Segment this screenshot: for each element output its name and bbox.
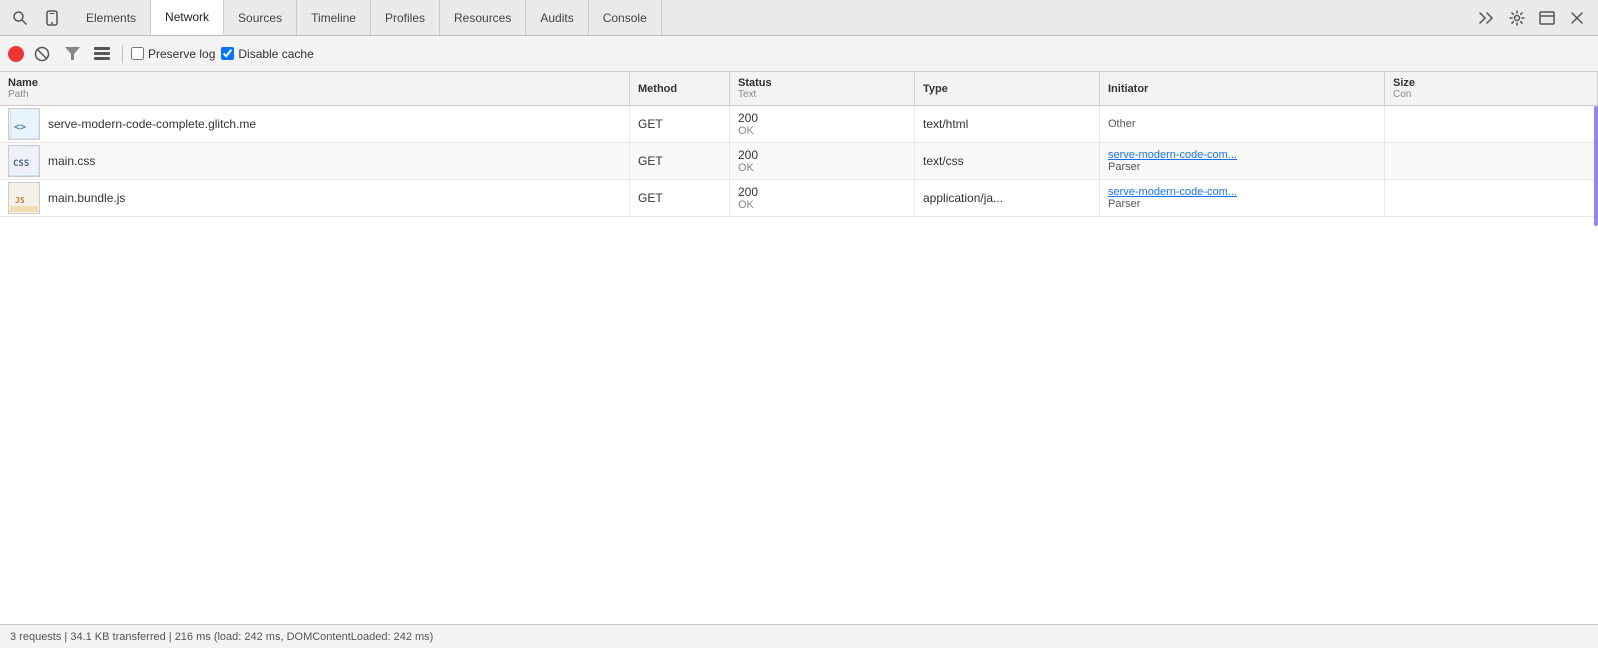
td-size-2 <box>1385 143 1598 179</box>
td-method-2: GET <box>630 143 730 179</box>
nav-right-actions <box>1474 5 1598 31</box>
close-icon-btn[interactable] <box>1564 5 1590 31</box>
tab-elements[interactable]: Elements <box>72 0 151 35</box>
th-type[interactable]: Type <box>915 72 1100 105</box>
td-type-3: application/ja... <box>915 180 1100 216</box>
execute-icon-btn[interactable] <box>1474 5 1500 31</box>
table-row[interactable]: JS main.bundle.js GET 200 OK application… <box>0 180 1598 217</box>
th-status-sub: Text <box>738 89 906 100</box>
table-header: Name Path Method Status Text Type Initia… <box>0 72 1598 106</box>
row1-status-code: 200 <box>738 111 758 125</box>
th-name-sub: Path <box>8 89 621 100</box>
disable-cache-label[interactable]: Disable cache <box>221 47 313 61</box>
tab-resources[interactable]: Resources <box>440 0 526 35</box>
row1-status-text: OK <box>738 125 754 137</box>
row1-initiator-sub: Other <box>1108 118 1136 130</box>
status-text: 3 requests | 34.1 KB transferred | 216 m… <box>10 631 433 643</box>
td-method-1: GET <box>630 106 730 142</box>
network-toolbar: Preserve log Disable cache <box>0 36 1598 72</box>
row3-initiator-sub: Parser <box>1108 198 1140 210</box>
td-method-3: GET <box>630 180 730 216</box>
td-initiator-2: serve-modern-code-com... Parser <box>1100 143 1385 179</box>
row2-status-text: OK <box>738 162 754 174</box>
filter-button[interactable] <box>60 42 84 66</box>
td-initiator-1: Other <box>1100 106 1385 142</box>
preserve-log-label[interactable]: Preserve log <box>131 47 215 61</box>
svg-text:CSS: CSS <box>13 159 29 169</box>
tab-audits[interactable]: Audits <box>526 0 588 35</box>
row3-type: application/ja... <box>923 191 1003 205</box>
top-nav: Elements Network Sources Timeline Profil… <box>0 0 1598 36</box>
row2-method: GET <box>638 154 663 168</box>
row2-initiator-sub: Parser <box>1108 161 1140 173</box>
tab-profiles[interactable]: Profiles <box>371 0 440 35</box>
row3-status-text: OK <box>738 199 754 211</box>
nav-icon-group <box>0 4 72 32</box>
row3-initiator-link[interactable]: serve-modern-code-com... <box>1108 186 1237 198</box>
table-row[interactable]: <> serve-modern-code-complete.glitch.me … <box>0 106 1598 143</box>
th-name[interactable]: Name Path <box>0 72 630 105</box>
th-initiator-main: Initiator <box>1108 83 1376 95</box>
td-status-1: 200 OK <box>730 106 915 142</box>
th-initiator[interactable]: Initiator <box>1100 72 1385 105</box>
settings-icon-btn[interactable] <box>1504 5 1530 31</box>
svg-text:<>: <> <box>14 122 26 133</box>
td-name-3: JS main.bundle.js <box>0 180 630 216</box>
row2-name: main.css <box>48 154 95 168</box>
th-size[interactable]: Size Con <box>1385 72 1598 105</box>
row3-name: main.bundle.js <box>48 191 125 205</box>
row2-status-code: 200 <box>738 148 758 162</box>
html-file-icon: <> <box>8 108 40 140</box>
td-type-1: text/html <box>915 106 1100 142</box>
dock-icon-btn[interactable] <box>1534 5 1560 31</box>
list-view-button[interactable] <box>90 42 114 66</box>
td-name-2: CSS main.css <box>0 143 630 179</box>
tab-timeline[interactable]: Timeline <box>297 0 371 35</box>
row1-method: GET <box>638 117 663 131</box>
td-size-3 <box>1385 180 1598 216</box>
row2-type: text/css <box>923 154 964 168</box>
network-table: Name Path Method Status Text Type Initia… <box>0 72 1598 624</box>
css-file-icon: CSS <box>8 145 40 177</box>
th-size-main: Size <box>1393 77 1589 89</box>
record-button[interactable] <box>8 46 24 62</box>
td-initiator-3: serve-modern-code-com... Parser <box>1100 180 1385 216</box>
svg-text:JS: JS <box>15 196 25 205</box>
scrollbar-thumb[interactable] <box>1594 106 1598 226</box>
search-icon-btn[interactable] <box>6 4 34 32</box>
table-row[interactable]: CSS main.css GET 200 OK text/css serve-m… <box>0 143 1598 180</box>
preserve-log-text: Preserve log <box>148 47 215 61</box>
js-file-icon: JS <box>8 182 40 214</box>
tab-console[interactable]: Console <box>589 0 662 35</box>
mobile-icon-btn[interactable] <box>38 4 66 32</box>
row2-initiator-link[interactable]: serve-modern-code-com... <box>1108 149 1237 161</box>
th-status-main: Status <box>738 77 906 89</box>
th-type-main: Type <box>923 83 1091 95</box>
th-status[interactable]: Status Text <box>730 72 915 105</box>
row1-type: text/html <box>923 117 968 131</box>
disable-cache-text: Disable cache <box>238 47 313 61</box>
td-type-2: text/css <box>915 143 1100 179</box>
tab-sources[interactable]: Sources <box>224 0 297 35</box>
scrollbar-track[interactable] <box>1592 106 1598 624</box>
th-name-main: Name <box>8 77 621 89</box>
td-status-3: 200 OK <box>730 180 915 216</box>
row1-name: serve-modern-code-complete.glitch.me <box>48 117 256 131</box>
th-method[interactable]: Method <box>630 72 730 105</box>
th-size-sub: Con <box>1393 89 1589 100</box>
td-size-1 <box>1385 106 1598 142</box>
disable-cache-checkbox[interactable] <box>221 47 234 60</box>
td-name-1: <> serve-modern-code-complete.glitch.me <box>0 106 630 142</box>
nav-tabs: Elements Network Sources Timeline Profil… <box>72 0 662 35</box>
status-bar: 3 requests | 34.1 KB transferred | 216 m… <box>0 624 1598 648</box>
th-method-main: Method <box>638 83 721 95</box>
clear-button[interactable] <box>30 42 54 66</box>
td-status-2: 200 OK <box>730 143 915 179</box>
row3-status-code: 200 <box>738 185 758 199</box>
tab-network[interactable]: Network <box>151 0 224 35</box>
table-body: <> serve-modern-code-complete.glitch.me … <box>0 106 1598 624</box>
toolbar-separator <box>122 45 123 63</box>
preserve-log-checkbox[interactable] <box>131 47 144 60</box>
row3-method: GET <box>638 191 663 205</box>
